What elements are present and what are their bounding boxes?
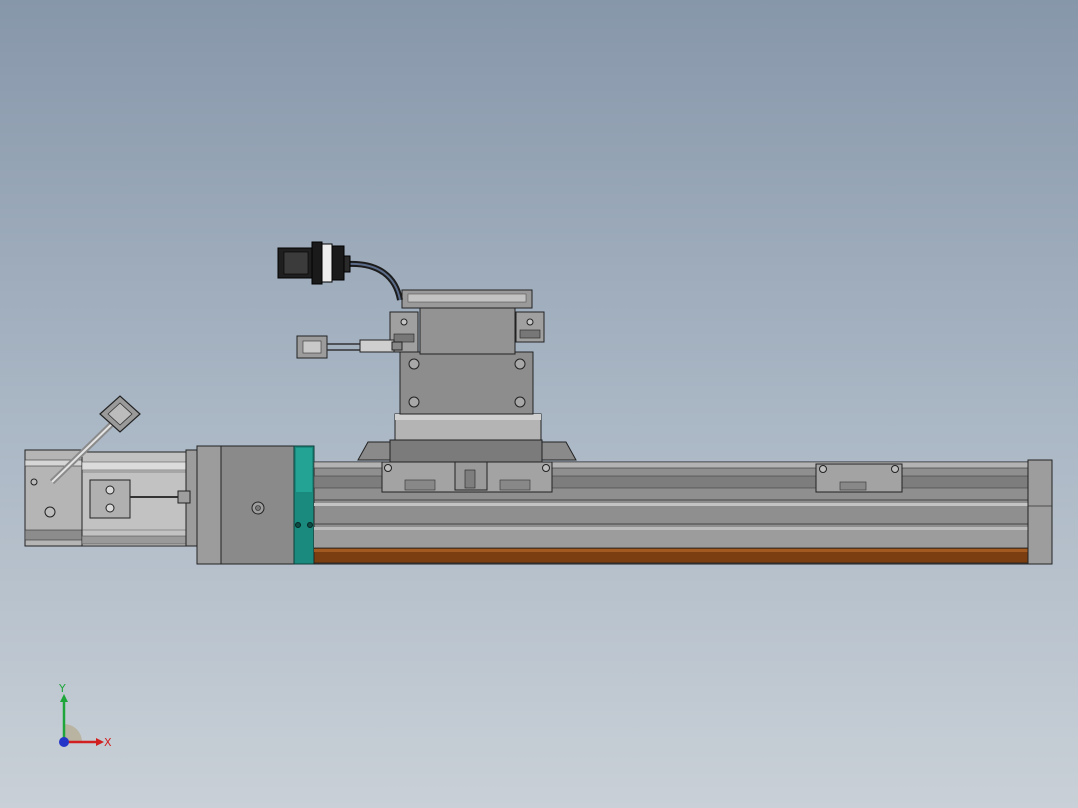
motor-flange[interactable] <box>196 445 296 565</box>
coordinate-triad: Y X <box>58 682 112 749</box>
servo-motor[interactable] <box>24 395 199 547</box>
z-axis-point <box>59 737 69 747</box>
linear-actuator-model[interactable] <box>0 0 1078 808</box>
cable-connector[interactable] <box>296 335 403 359</box>
coupling-cover[interactable] <box>293 445 315 565</box>
base-plate[interactable] <box>357 413 577 463</box>
gripper-unit[interactable] <box>389 289 545 415</box>
graphics-viewport[interactable]: Y X <box>0 0 1078 808</box>
x-axis-label: X <box>104 736 112 749</box>
y-axis-label: Y <box>58 682 66 695</box>
proximity-sensor[interactable] <box>277 241 403 301</box>
